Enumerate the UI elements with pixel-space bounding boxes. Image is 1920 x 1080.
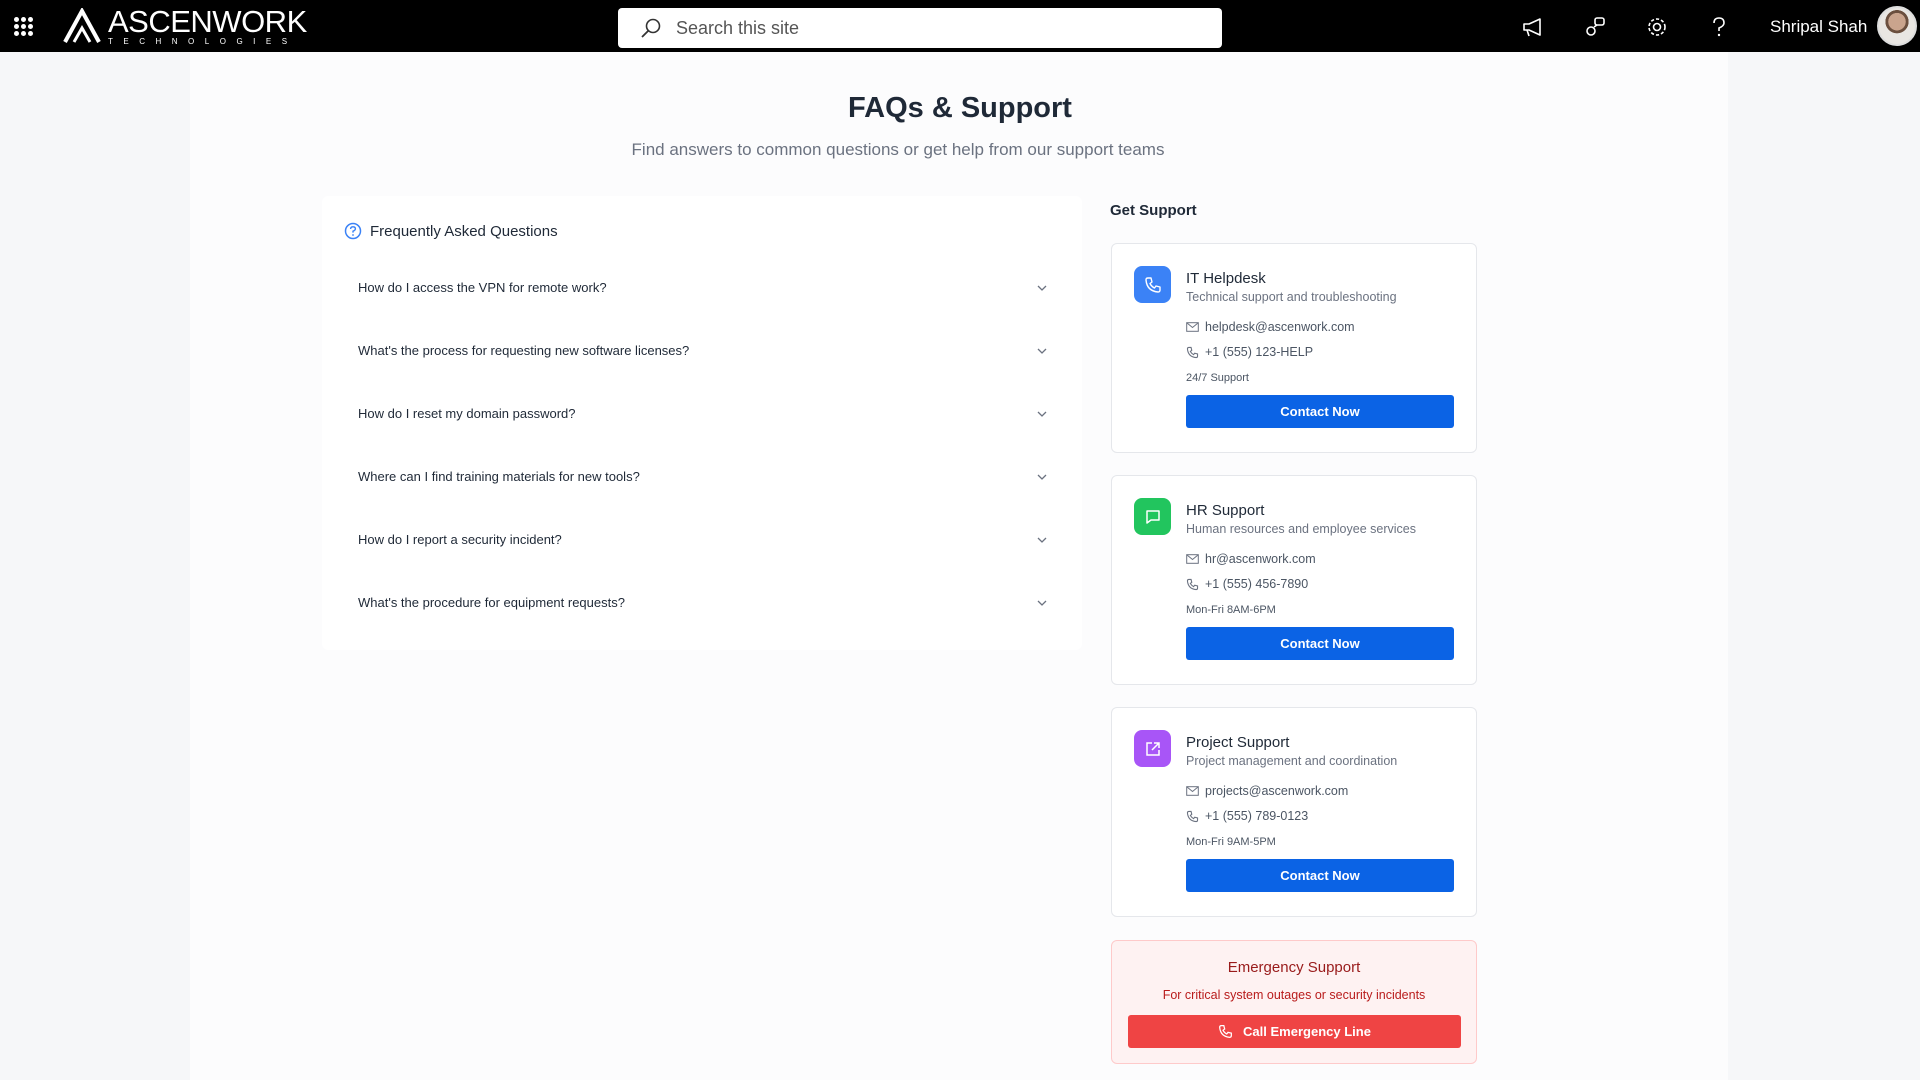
contact-now-button[interactable]: Contact Now xyxy=(1186,627,1454,660)
faq-question: How do I reset my domain password? xyxy=(358,406,576,421)
chat-icon xyxy=(1134,498,1171,535)
avatar[interactable] xyxy=(1877,6,1917,46)
phone-icon xyxy=(1219,1025,1233,1038)
card-description: Human resources and employee services xyxy=(1186,522,1416,536)
support-card-project-support: Project Support Project management and c… xyxy=(1111,707,1477,917)
search-icon xyxy=(641,18,661,38)
mail-icon xyxy=(1186,786,1199,796)
faq-question: What's the process for requesting new so… xyxy=(358,343,690,358)
search-box[interactable] xyxy=(618,8,1222,48)
card-description: Technical support and troubleshooting xyxy=(1186,290,1397,304)
user-name[interactable]: Shripal Shah xyxy=(1770,17,1867,37)
support-heading: Get Support xyxy=(1110,202,1197,219)
support-card-it-helpdesk: IT Helpdesk Technical support and troubl… xyxy=(1111,243,1477,453)
phone-icon xyxy=(1134,266,1171,303)
megaphone-icon[interactable] xyxy=(1520,14,1546,40)
support-card-hr-support: HR Support Human resources and employee … xyxy=(1111,475,1477,685)
contact-now-button[interactable]: Contact Now xyxy=(1186,395,1454,428)
logo-subtitle: TECHNOLOGIES xyxy=(108,37,298,46)
card-phone-row[interactable]: +1 (555) 456-7890 xyxy=(1186,577,1308,591)
chevron-down-icon xyxy=(1037,411,1047,417)
card-title: Project Support xyxy=(1186,734,1290,751)
phone-icon xyxy=(1186,578,1199,590)
faq-item[interactable]: How do I reset my domain password? xyxy=(358,382,1048,445)
card-email-row[interactable]: hr@ascenwork.com xyxy=(1186,552,1316,566)
mail-icon xyxy=(1186,554,1199,564)
card-email: projects@ascenwork.com xyxy=(1205,784,1349,798)
card-phone: +1 (555) 456-7890 xyxy=(1205,577,1309,591)
faq-item[interactable]: What's the procedure for equipment reque… xyxy=(358,571,1048,634)
help-icon[interactable] xyxy=(1706,14,1732,40)
faq-list: How do I access the VPN for remote work?… xyxy=(358,256,1048,634)
top-bar: ASCENWORK TECHNOLOGIES Shripal Shah xyxy=(0,0,1920,52)
card-email-row[interactable]: helpdesk@ascenwork.com xyxy=(1186,320,1355,334)
faq-item[interactable]: How do I report a security incident? xyxy=(358,508,1048,571)
page-subtitle: Find answers to common questions or get … xyxy=(631,140,1165,159)
emergency-button-label: Call Emergency Line xyxy=(1243,1024,1371,1039)
card-phone: +1 (555) 123-HELP xyxy=(1205,345,1314,359)
card-email-row[interactable]: projects@ascenwork.com xyxy=(1186,784,1348,798)
question-circle-icon xyxy=(344,222,362,240)
card-phone-row[interactable]: +1 (555) 789-0123 xyxy=(1186,809,1308,823)
faq-question: Where can I find training materials for … xyxy=(358,469,640,484)
faq-panel: Frequently Asked Questions How do I acce… xyxy=(322,196,1082,650)
chevron-down-icon xyxy=(1037,537,1047,543)
card-description: Project management and coordination xyxy=(1186,754,1398,768)
chevron-down-icon xyxy=(1037,474,1047,480)
faq-question: What's the procedure for equipment reque… xyxy=(358,595,625,610)
card-hours: 24/7 Support xyxy=(1186,372,1249,384)
faq-item[interactable]: What's the process for requesting new so… xyxy=(358,319,1048,382)
faq-item[interactable]: Where can I find training materials for … xyxy=(358,445,1048,508)
chevron-down-icon xyxy=(1037,285,1047,291)
faq-heading: Frequently Asked Questions xyxy=(370,222,558,240)
search-input[interactable] xyxy=(676,17,1196,39)
card-hours: Mon-Fri 8AM-6PM xyxy=(1186,604,1276,616)
call-emergency-line-button[interactable]: Call Emergency Line xyxy=(1128,1015,1461,1048)
emergency-title: Emergency Support xyxy=(1227,959,1361,976)
card-phone: +1 (555) 789-0123 xyxy=(1205,809,1309,823)
faq-item[interactable]: How do I access the VPN for remote work? xyxy=(358,256,1048,319)
card-title: HR Support xyxy=(1186,502,1265,519)
logo[interactable]: ASCENWORK TECHNOLOGIES xyxy=(62,6,307,46)
card-email: helpdesk@ascenwork.com xyxy=(1205,320,1355,334)
card-phone-row[interactable]: +1 (555) 123-HELP xyxy=(1186,345,1313,359)
chevron-down-icon xyxy=(1037,348,1047,354)
faq-question: How do I access the VPN for remote work? xyxy=(358,280,607,295)
chevron-down-icon xyxy=(1037,600,1047,606)
external-link-icon xyxy=(1134,730,1171,767)
contact-now-button[interactable]: Contact Now xyxy=(1186,859,1454,892)
logo-name: ASCENWORK xyxy=(108,4,307,39)
mail-icon xyxy=(1186,322,1199,332)
logo-mark-icon xyxy=(63,8,101,43)
faq-header: Frequently Asked Questions xyxy=(344,222,558,240)
faq-question: How do I report a security incident? xyxy=(358,532,562,547)
waffle-icon[interactable] xyxy=(14,17,33,36)
page-title: FAQs & Support xyxy=(848,92,1072,124)
card-hours: Mon-Fri 9AM-5PM xyxy=(1186,836,1276,848)
gear-icon[interactable] xyxy=(1644,14,1670,40)
card-email: hr@ascenwork.com xyxy=(1205,552,1316,566)
phone-icon xyxy=(1186,346,1199,358)
emergency-description: For critical system outages or security … xyxy=(1162,988,1426,1002)
card-title: IT Helpdesk xyxy=(1186,270,1266,287)
share-icon[interactable] xyxy=(1582,14,1608,40)
emergency-support-panel: Emergency Support For critical system ou… xyxy=(1111,940,1477,1064)
phone-icon xyxy=(1186,810,1199,822)
